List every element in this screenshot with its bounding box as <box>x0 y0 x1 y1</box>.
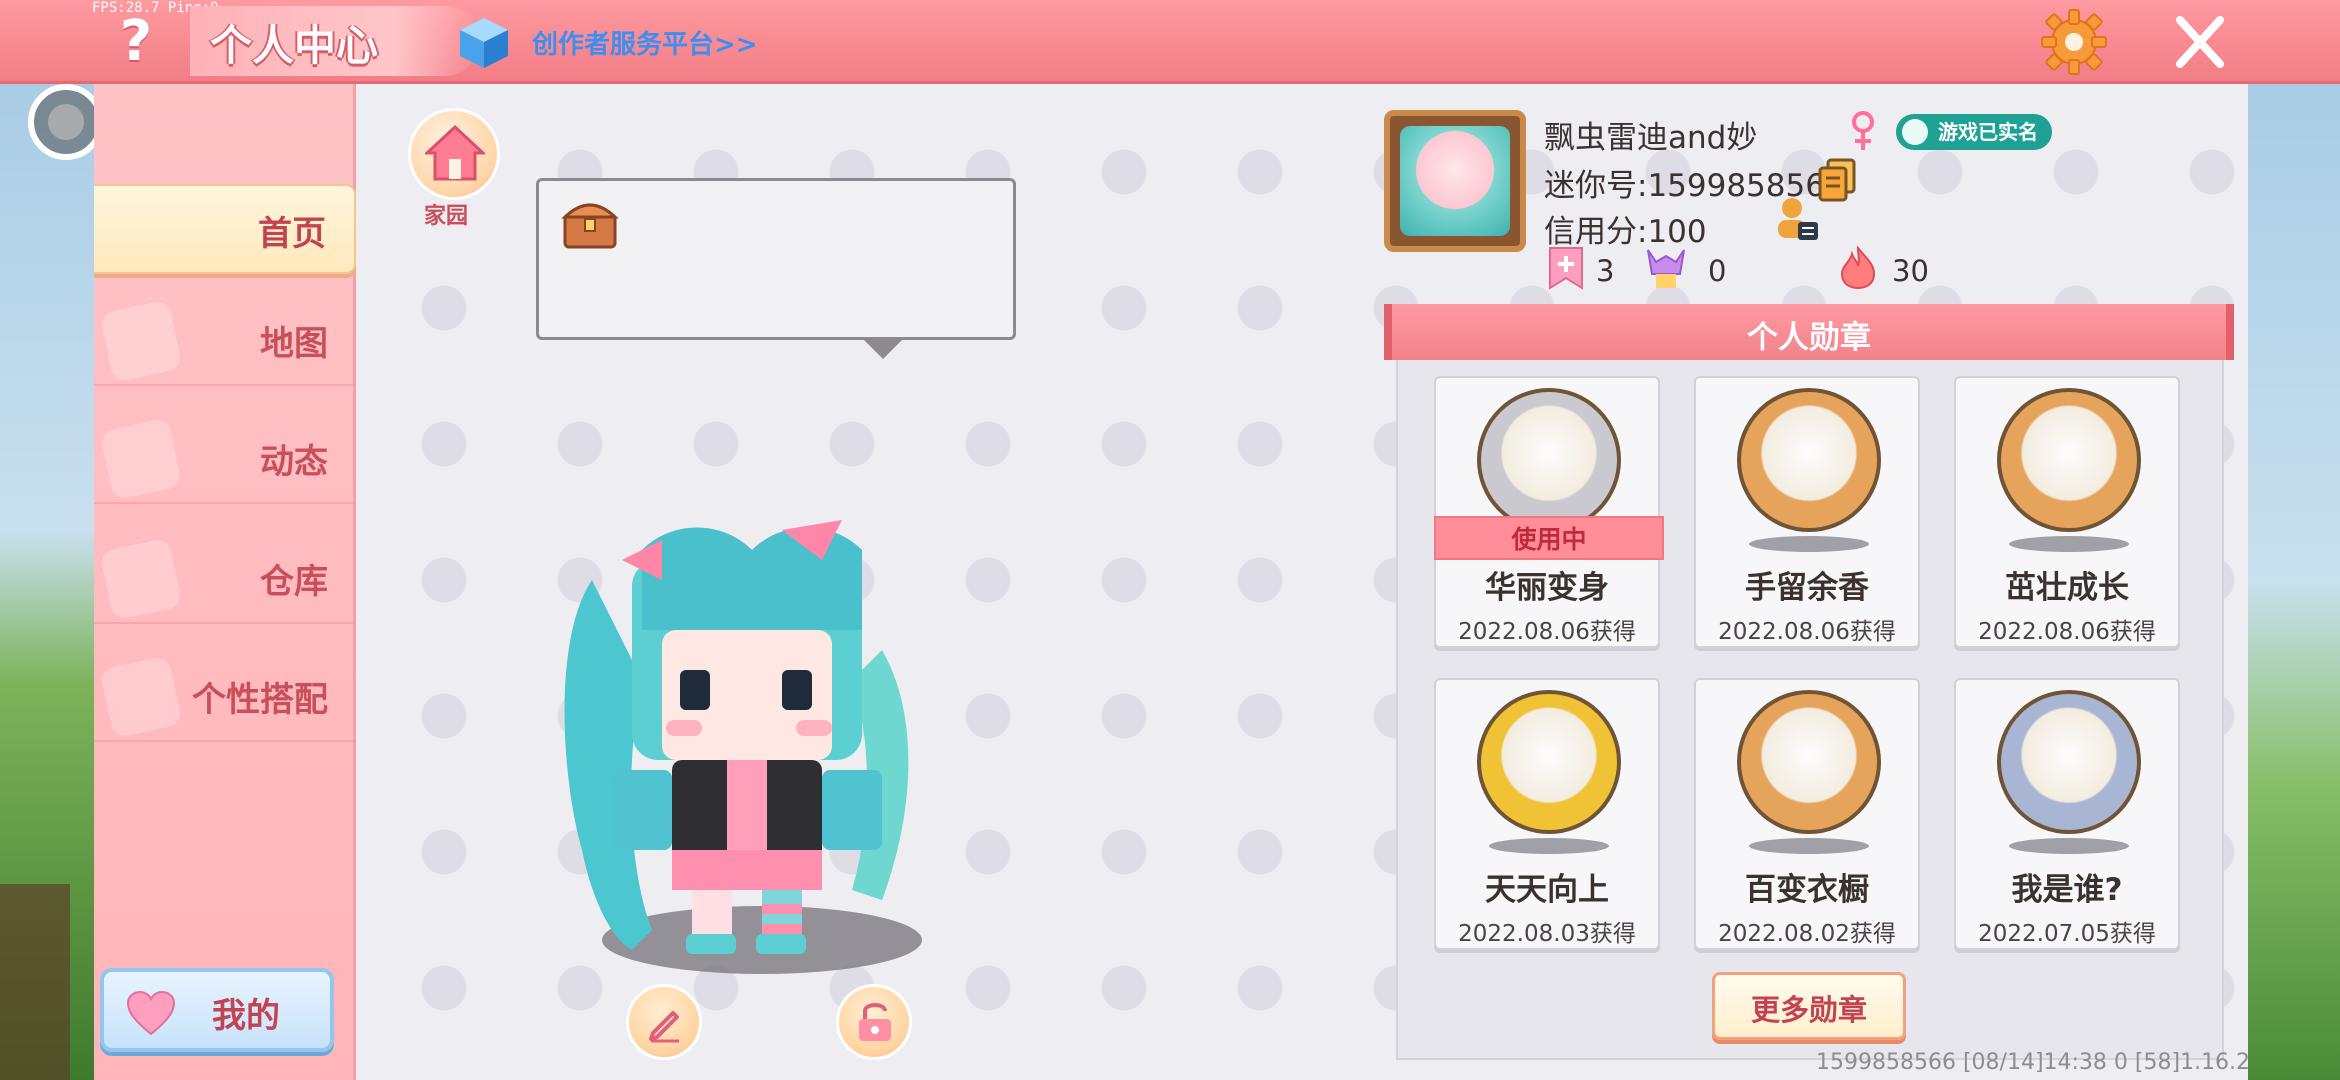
gear-icon[interactable] <box>2040 8 2108 76</box>
in-use-tag: 使用中 <box>1434 516 1664 560</box>
home-label: 家园 <box>424 204 469 229</box>
lock-button[interactable] <box>836 984 912 1060</box>
medal-badge-icon <box>1997 388 2141 532</box>
page-title: 个人中心 <box>210 21 379 70</box>
footer-info: 1599858566 [08/14]14:38 0 [58]1.16.2 <box>1816 1050 2251 1075</box>
avatar-portrait-image <box>1400 126 1510 236</box>
nav-item-home[interactable]: 首页 <box>94 184 356 274</box>
close-icon[interactable] <box>2172 10 2228 74</box>
medal-date: 2022.08.06获得 <box>1458 619 1636 645</box>
medal-section-title: 个人勋章 <box>1747 320 1871 356</box>
nav-item-feed[interactable]: 动态 <box>94 414 356 504</box>
left-nav: 首页 地图 动态 仓库 个性搭配 <box>94 84 356 1080</box>
creator-platform-link[interactable]: 创作者服务平台>> <box>532 24 758 61</box>
more-medals-label: 更多勋章 <box>1750 993 1867 1027</box>
medal-badge-icon <box>1477 388 1621 532</box>
flame-icon[interactable] <box>1836 246 1880 290</box>
realname-verified-badge[interactable]: 游戏已实名 <box>1896 114 2052 150</box>
cube-icon <box>460 18 508 68</box>
female-icon <box>1852 111 1874 150</box>
stat-fans-value: 0 <box>1708 254 1727 288</box>
medal-badge-icon <box>1477 690 1621 834</box>
medal-shadow <box>1749 838 1869 854</box>
heart-icon <box>126 990 176 1036</box>
nav-item-warehouse[interactable]: 仓库 <box>94 534 356 624</box>
medal-name: 手留余香 <box>1745 570 1869 606</box>
medal-card[interactable]: 我是谁? 2022.07.05获得 <box>1954 678 2180 950</box>
medal-date: 2022.08.06获得 <box>1978 619 2156 645</box>
copy-icon[interactable] <box>1818 158 1856 202</box>
medal-badge-icon <box>1737 388 1881 532</box>
medal-badge-icon <box>1997 690 2141 834</box>
world-background-right <box>2248 84 2340 1080</box>
medal-card[interactable]: 百变衣橱 2022.08.02获得 <box>1694 678 1920 950</box>
credit-score: 信用分:100 <box>1544 214 1707 250</box>
medal-name: 百变衣橱 <box>1745 872 1869 908</box>
nav-item-label: 地图 <box>260 324 328 364</box>
nav-item-label: 动态 <box>260 442 328 482</box>
mine-button[interactable]: 我的 <box>100 968 334 1052</box>
nav-item-map[interactable]: 地图 <box>94 296 356 386</box>
medal-shadow <box>1749 536 1869 552</box>
medal-badge-icon <box>1737 690 1881 834</box>
bookmark-plus-icon[interactable] <box>1544 246 1588 290</box>
friend-manage-icon[interactable] <box>1776 196 1820 242</box>
medal-date: 2022.07.05获得 <box>1978 921 2156 947</box>
stat-likes-value: 3 <box>1596 254 1615 288</box>
medal-name: 茁壮成长 <box>2005 570 2129 606</box>
medal-card[interactable]: 使用中华丽变身 2022.08.06获得 <box>1434 376 1664 648</box>
help-button[interactable]: ? <box>106 10 166 74</box>
home-garden-button[interactable] <box>408 108 500 200</box>
nav-item-label: 仓库 <box>260 562 328 602</box>
house-icon <box>425 124 485 181</box>
nav-item-outfit[interactable]: 个性搭配 <box>94 652 356 742</box>
medal-name: 天天向上 <box>1485 872 1609 908</box>
treasure-chest-icon[interactable] <box>561 195 619 251</box>
pencil-icon <box>649 1011 679 1043</box>
unlock-icon <box>859 1003 891 1041</box>
more-medals-button[interactable]: 更多勋章 <box>1712 972 1906 1040</box>
top-bar: FPS:28.7 Ping:0 ? 个人中心 创作者服务平台>> <box>0 0 2340 84</box>
stat-popularity-value: 30 <box>1892 254 1929 288</box>
medal-date: 2022.08.02获得 <box>1718 921 1896 947</box>
fans-icon[interactable] <box>1644 246 1688 290</box>
medal-shadow <box>1489 838 1609 854</box>
medal-name: 我是谁? <box>2011 872 2123 908</box>
speech-bubble <box>536 178 1016 359</box>
edit-button[interactable] <box>626 984 702 1060</box>
player-name: 飘虫雷迪and妙 <box>1544 120 1758 156</box>
avatar[interactable] <box>1384 110 1526 252</box>
player-avatar <box>564 520 922 974</box>
medal-date: 2022.08.06获得 <box>1718 619 1896 645</box>
medal-card[interactable]: 天天向上 2022.08.03获得 <box>1434 678 1660 950</box>
world-block <box>0 884 70 1080</box>
medal-card[interactable]: 手留余香 2022.08.06获得 <box>1694 376 1920 648</box>
nav-item-label: 个性搭配 <box>192 680 328 720</box>
world-background-left <box>0 84 96 1080</box>
medal-shadow <box>2009 838 2129 854</box>
medal-section-header: 个人勋章 <box>1384 304 2234 360</box>
nav-item-label: 首页 <box>258 214 326 254</box>
medal-date: 2022.08.03获得 <box>1458 921 1636 947</box>
medal-name: 华丽变身 <box>1485 570 1609 606</box>
floating-assistant-button[interactable] <box>28 84 104 160</box>
medal-card[interactable]: 茁壮成长 2022.08.06获得 <box>1954 376 2180 648</box>
medal-shadow <box>2009 536 2129 552</box>
mine-label: 我的 <box>212 996 280 1036</box>
